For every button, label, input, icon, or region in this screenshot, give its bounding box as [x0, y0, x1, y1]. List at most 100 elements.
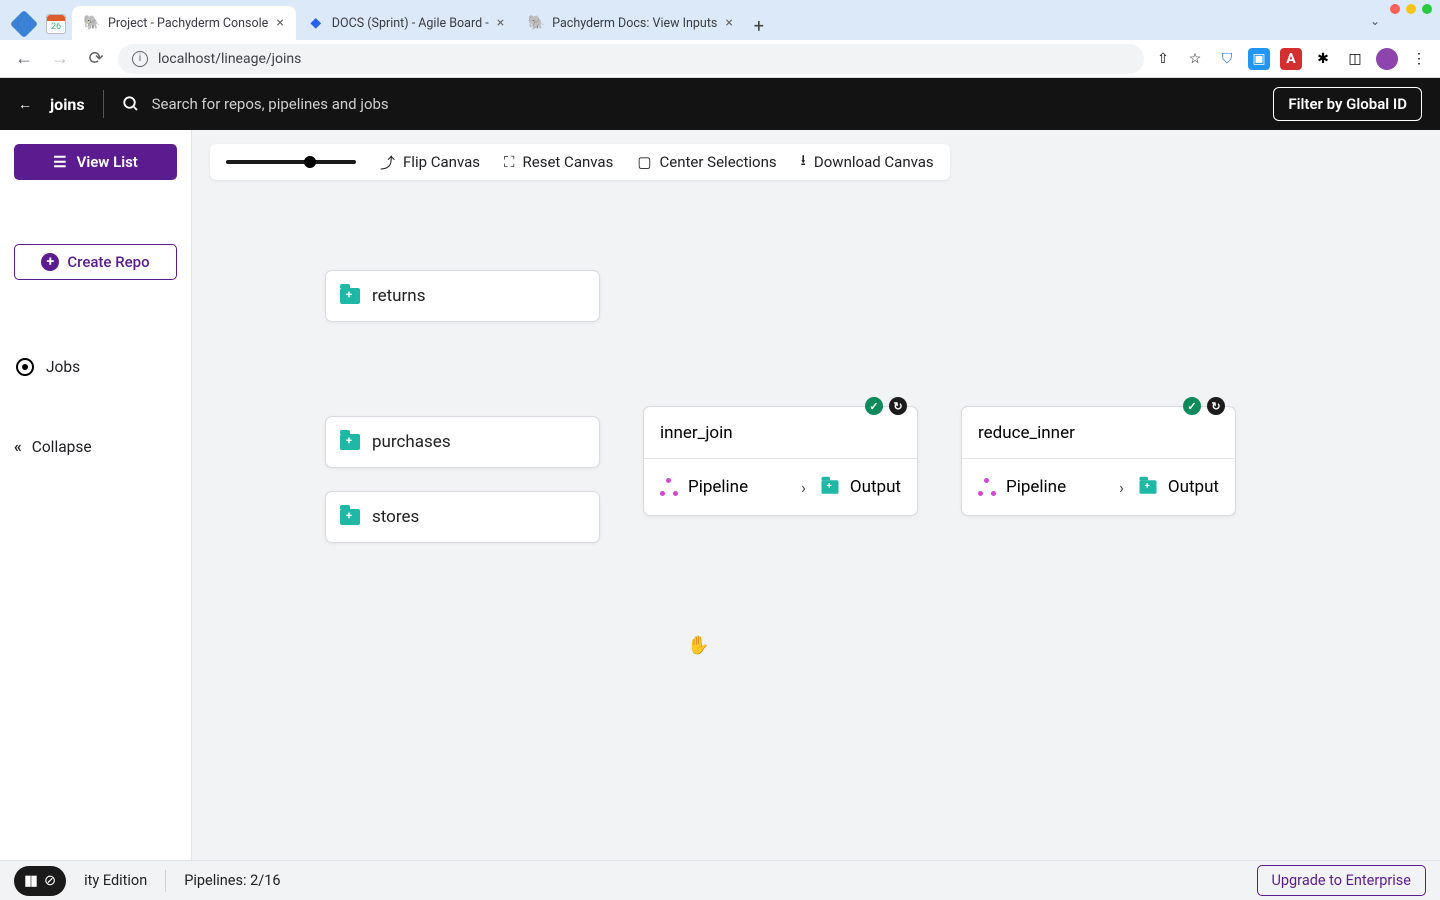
folder-plus-icon	[340, 509, 360, 525]
status-bar: ▮▮ ⊘ ity Edition Pipelines: 2/16 Upgrade…	[0, 860, 1440, 900]
chevron-right-icon: ›	[1119, 478, 1124, 497]
address-bar: ← → ⟳ i localhost/lineage/joins ⇧ ☆ ⛉ ▣ …	[0, 40, 1440, 78]
browser-menu-icon[interactable]: ⋮	[1408, 48, 1430, 70]
flip-icon: ⤴	[380, 152, 395, 173]
repo-node-purchases[interactable]: purchases	[325, 416, 600, 468]
chevron-right-icon: ›	[801, 478, 806, 497]
pinned-tab-calendar[interactable]: 26	[40, 8, 72, 40]
browser-tab-strip: 26 🐘 Project - Pachyderm Console × ◆ DOC…	[0, 0, 1440, 40]
url-text: localhost/lineage/joins	[158, 51, 301, 67]
search-placeholder: Search for repos, pipelines and jobs	[152, 95, 389, 113]
pipeline-node-inner-join[interactable]: ✓ ↻ inner_join Pipeline › Output	[643, 406, 918, 516]
pause-icon[interactable]: ▮▮	[24, 872, 36, 889]
repo-node-stores[interactable]: stores	[325, 491, 600, 543]
profile-avatar-icon[interactable]	[1376, 48, 1398, 70]
repo-label: returns	[372, 286, 425, 306]
upgrade-button[interactable]: Upgrade to Enterprise	[1257, 865, 1427, 896]
close-icon[interactable]: ×	[276, 15, 283, 31]
pipeline-label[interactable]: Pipeline	[688, 477, 748, 497]
flip-canvas-label: Flip Canvas	[403, 153, 480, 171]
list-icon: ☰	[53, 153, 66, 171]
center-selections-button[interactable]: ▢ Center Selections	[637, 153, 776, 171]
download-canvas-button[interactable]: ⭳ Download Canvas	[801, 150, 934, 175]
repo-label: purchases	[372, 432, 451, 452]
reload-button[interactable]: ⟳	[82, 45, 110, 73]
divider	[103, 90, 104, 118]
extensions-icon[interactable]: ✱	[1312, 48, 1334, 70]
jobs-icon	[16, 358, 34, 376]
back-button[interactable]: ←	[10, 45, 38, 73]
search-icon	[122, 95, 140, 113]
pipeline-node-reduce-inner[interactable]: ✓ ↻ reduce_inner Pipeline › Output	[961, 406, 1236, 516]
status-running-icon: ↻	[1207, 397, 1225, 415]
download-canvas-label: Download Canvas	[814, 153, 934, 171]
close-icon[interactable]: ×	[497, 15, 504, 31]
extension-shield-icon[interactable]: ⛉	[1216, 48, 1238, 70]
app-header: ← joins Search for repos, pipelines and …	[0, 78, 1440, 130]
flip-canvas-button[interactable]: ⤴ Flip Canvas	[380, 152, 480, 173]
tab-list-dropdown-icon[interactable]: ⌄	[1370, 14, 1380, 28]
eye-off-icon[interactable]: ⊘	[44, 872, 56, 889]
view-list-label: View List	[77, 153, 138, 171]
tab-active[interactable]: 🐘 Project - Pachyderm Console ×	[72, 6, 296, 40]
repo-node-returns[interactable]: returns	[325, 270, 600, 322]
center-selections-label: Center Selections	[660, 153, 777, 171]
new-tab-button[interactable]: +	[745, 12, 773, 40]
pipeline-icon	[978, 478, 996, 496]
tab-label: DOCS (Sprint) - Agile Board -	[332, 16, 489, 31]
close-icon[interactable]: ×	[725, 15, 732, 31]
search-input[interactable]: Search for repos, pipelines and jobs	[122, 95, 1256, 113]
status-running-icon: ↻	[889, 397, 907, 415]
forward-button[interactable]: →	[46, 45, 74, 73]
status-success-icon: ✓	[865, 397, 883, 415]
tab-label: Project - Pachyderm Console	[108, 16, 268, 31]
extension-zoom-icon[interactable]: ▣	[1248, 48, 1270, 70]
pipeline-label[interactable]: Pipeline	[1006, 477, 1066, 497]
lineage-canvas[interactable]: ⤴ Flip Canvas ⛶ Reset Canvas ▢ Center Se…	[192, 130, 1440, 860]
collapse-sidebar-button[interactable]: « Collapse	[14, 438, 177, 456]
share-icon[interactable]: ⇧	[1152, 48, 1174, 70]
square-icon: ▢	[637, 153, 651, 171]
folder-plus-icon	[821, 480, 838, 494]
window-close-icon[interactable]	[1390, 4, 1400, 14]
window-minimize-icon[interactable]	[1406, 4, 1416, 14]
tab-pach-docs[interactable]: 🐘 Pachyderm Docs: View Inputs ×	[516, 6, 745, 40]
sidebar-item-jobs[interactable]: Jobs	[14, 354, 177, 380]
window-maximize-icon[interactable]	[1422, 4, 1432, 14]
tab-docs[interactable]: ◆ DOCS (Sprint) - Agile Board - ×	[296, 6, 516, 40]
folder-plus-icon	[1139, 480, 1156, 494]
sidebar: ☰ View List + Create Repo Jobs « Collaps…	[0, 130, 192, 860]
filter-global-id-button[interactable]: Filter by Global ID	[1273, 87, 1422, 121]
url-input[interactable]: i localhost/lineage/joins	[118, 44, 1144, 74]
pipeline-icon	[660, 478, 678, 496]
reset-canvas-label: Reset Canvas	[523, 153, 614, 171]
project-name: joins	[50, 95, 85, 114]
star-icon[interactable]: ☆	[1184, 48, 1206, 70]
jira-icon: ◆	[308, 15, 324, 31]
canvas-toolbar: ⤴ Flip Canvas ⛶ Reset Canvas ▢ Center Se…	[210, 144, 950, 180]
edition-label: ity Edition	[84, 872, 147, 889]
output-label[interactable]: Output	[1168, 477, 1219, 497]
view-list-button[interactable]: ☰ View List	[14, 144, 177, 180]
media-controls[interactable]: ▮▮ ⊘	[14, 866, 66, 896]
back-icon[interactable]: ←	[18, 96, 32, 113]
pinned-tab-jira[interactable]	[8, 8, 40, 40]
plus-circle-icon: +	[41, 253, 59, 271]
chevron-left-double-icon: «	[14, 438, 22, 456]
create-repo-label: Create Repo	[67, 253, 149, 271]
collapse-label: Collapse	[32, 438, 92, 456]
output-label[interactable]: Output	[850, 477, 901, 497]
pachyderm-icon: 🐘	[84, 15, 100, 31]
create-repo-button[interactable]: + Create Repo	[14, 244, 177, 280]
expand-icon: ⛶	[504, 153, 515, 171]
sidebar-item-label: Jobs	[46, 358, 80, 376]
tab-label: Pachyderm Docs: View Inputs	[552, 16, 717, 31]
reset-canvas-button[interactable]: ⛶ Reset Canvas	[504, 153, 613, 171]
pachyderm-icon: 🐘	[528, 15, 544, 31]
repo-label: stores	[372, 507, 419, 527]
extension-a-icon[interactable]: A	[1280, 48, 1302, 70]
zoom-slider[interactable]	[226, 160, 356, 164]
site-info-icon[interactable]: i	[132, 51, 148, 67]
side-panel-icon[interactable]: ◫	[1344, 48, 1366, 70]
status-success-icon: ✓	[1183, 397, 1201, 415]
